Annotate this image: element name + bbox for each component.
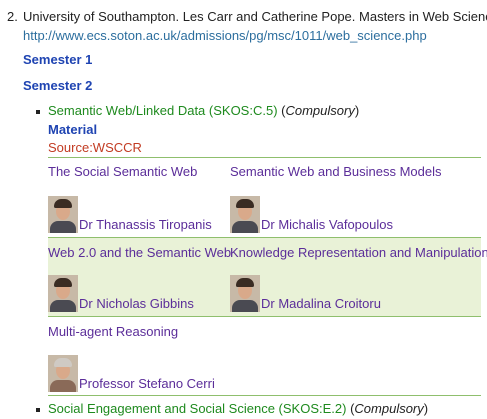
lecturer-card: Professor Stefano Cerri — [48, 355, 215, 392]
lecturer-card: Dr Thanassis Tiropanis — [48, 196, 212, 233]
lecturer-photo — [48, 275, 78, 312]
semester-2-heading[interactable]: Semester 2 — [23, 78, 92, 93]
topic-link[interactable]: The Social Semantic Web — [48, 164, 197, 179]
lecturer-photo — [48, 355, 78, 392]
course-line: Semantic Web/Linked Data (SKOS:C.5) (Com… — [48, 103, 360, 118]
course-title-link[interactable]: Semantic Web/Linked Data (SKOS:C.5) — [48, 103, 278, 118]
topic-link[interactable]: Multi-agent Reasoning — [48, 324, 178, 339]
lecturer-card: Dr Michalis Vafopoulos — [230, 196, 393, 233]
semester-1-heading[interactable]: Semester 1 — [23, 52, 92, 67]
lecturer-link[interactable]: Dr Thanassis Tiropanis — [79, 217, 212, 232]
lecturer-photo — [48, 196, 78, 233]
bullet-icon — [36, 408, 40, 412]
course-title-link[interactable]: Social Engagement and Social Science (SK… — [48, 401, 346, 416]
list-number: 2. — [7, 9, 18, 24]
row-divider — [48, 395, 481, 396]
lecturer-photo — [230, 275, 260, 312]
course-line: Social Engagement and Social Science (SK… — [48, 401, 429, 416]
lecturer-card: Dr Nicholas Gibbins — [48, 275, 194, 312]
lecturer-link[interactable]: Dr Nicholas Gibbins — [79, 296, 194, 311]
course-status: Compulsory — [354, 401, 424, 416]
lecturer-link[interactable]: Dr Michalis Vafopoulos — [261, 217, 393, 232]
topic-link[interactable]: Knowledge Representation and Manipulatio… — [230, 245, 487, 260]
course-status: Compulsory — [285, 103, 355, 118]
lecturer-link[interactable]: Dr Madalina Croitoru — [261, 296, 381, 311]
material-heading: Material — [48, 122, 98, 137]
row-divider — [48, 316, 481, 317]
bullet-icon — [36, 110, 40, 114]
program-heading: University of Southampton. Les Carr and … — [23, 9, 487, 24]
lecturer-link[interactable]: Professor Stefano Cerri — [79, 376, 215, 391]
row-divider — [48, 157, 481, 158]
topic-link[interactable]: Web 2.0 and the Semantic Web — [48, 245, 231, 260]
topic-link[interactable]: Semantic Web and Business Models — [230, 164, 441, 179]
lecturer-photo — [230, 196, 260, 233]
source-label: Source:WSCCR — [48, 140, 142, 155]
program-url-link[interactable]: http://www.ecs.soton.ac.uk/admissions/pg… — [23, 28, 427, 43]
lecturer-card: Dr Madalina Croitoru — [230, 275, 381, 312]
